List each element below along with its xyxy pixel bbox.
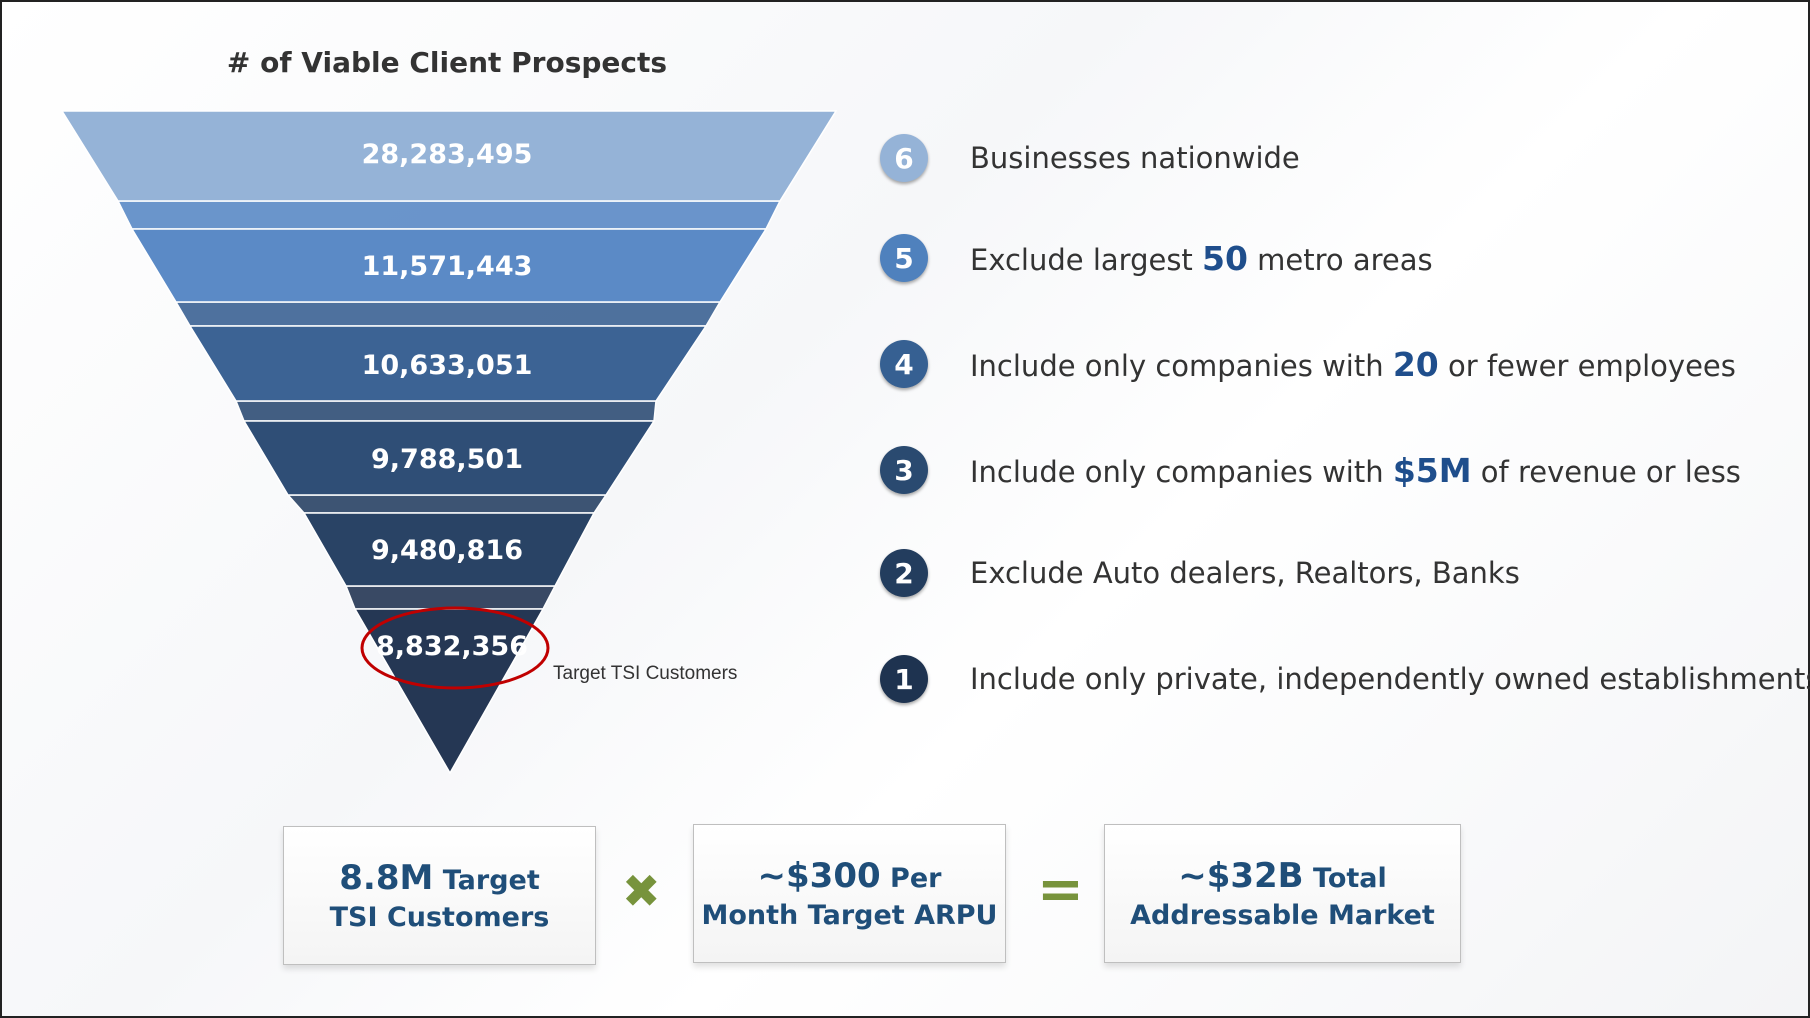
step-text: Businesses nationwide [970, 141, 1300, 175]
arpu-value: ~$300 [757, 856, 881, 896]
target-customers-unit: Target [433, 865, 540, 896]
step-text-part: Include only companies with [970, 454, 1393, 489]
market-unit: Total [1303, 863, 1387, 894]
step-text-part: Businesses nationwide [970, 141, 1300, 175]
step-3: 3 Include only companies with $5M of reve… [880, 440, 1741, 500]
step-text-part: Include only companies with [970, 348, 1393, 383]
step-1: 1 Include only private, independently own… [880, 649, 1810, 709]
market-box: ~$32B Total Addressable Market [1104, 824, 1461, 963]
step-number-badge: 4 [880, 340, 928, 388]
funnel-layer-value: 11,571,443 [362, 251, 533, 282]
arpu-box: ~$300 Per Month Target ARPU [693, 824, 1006, 963]
funnel-connector-band [174, 301, 722, 327]
equals-icon: = [1037, 857, 1084, 922]
step-text-part: of revenue or less [1471, 454, 1741, 489]
funnel-title: # of Viable Client Prospects [227, 46, 667, 79]
step-text-part: metro areas [1247, 242, 1433, 277]
market-label: Addressable Market [1130, 900, 1435, 931]
step-number-badge: 3 [880, 446, 928, 494]
market-value: ~$32B [1178, 856, 1304, 896]
step-highlight: $5M [1392, 450, 1472, 490]
step-highlight: 20 [1392, 344, 1439, 384]
step-number-badge: 2 [880, 549, 928, 597]
step-text-part: or fewer employees [1438, 348, 1736, 383]
multiply-icon: ✖ [622, 864, 661, 918]
step-2: 2 Exclude Auto dealers, Realtors, Banks [880, 543, 1520, 603]
funnel-layer-value: 9,480,816 [371, 535, 523, 566]
step-text: Exclude largest 50 metro areas [970, 239, 1433, 278]
target-customers-label: TSI Customers [329, 902, 550, 933]
step-text: Include only companies with 20 or fewer … [970, 345, 1736, 384]
step-text: Exclude Auto dealers, Realtors, Banks [970, 556, 1520, 590]
step-text-part: Include only private, independently owne… [970, 662, 1810, 696]
step-4: 4 Include only companies with 20 or fewer… [880, 334, 1736, 394]
funnel-layer-value: 9,788,501 [371, 444, 523, 475]
step-text: Include only private, independently owne… [970, 662, 1810, 696]
step-number-badge: 1 [880, 655, 928, 703]
funnel-layer-value: 8,832,356 [376, 631, 528, 662]
arpu-unit: Per [880, 863, 942, 894]
funnel-connector-band [344, 585, 557, 610]
funnel-connector-band [286, 494, 608, 514]
funnel-connector-band [116, 200, 782, 230]
step-text: Include only companies with $5M of reven… [970, 451, 1741, 490]
funnel-connector-band [234, 400, 657, 422]
arpu-label: Month Target ARPU [701, 900, 998, 931]
step-5: 5 Exclude largest 50 metro areas [880, 228, 1433, 288]
target-customers-value: 8.8M [339, 858, 434, 898]
step-highlight: 50 [1202, 238, 1248, 278]
step-text-part: Exclude largest [970, 242, 1203, 277]
step-number-badge: 5 [880, 234, 928, 282]
funnel-layer-value: 28,283,495 [362, 139, 533, 170]
target-label: Target TSI Customers [553, 663, 737, 684]
step-number-badge: 6 [880, 134, 928, 182]
step-6: 6 Businesses nationwide [880, 128, 1300, 188]
step-text-part: Exclude Auto dealers, Realtors, Banks [970, 556, 1520, 590]
funnel-layer-value: 10,633,051 [362, 350, 533, 381]
target-customers-box: 8.8M Target TSI Customers [283, 826, 596, 965]
